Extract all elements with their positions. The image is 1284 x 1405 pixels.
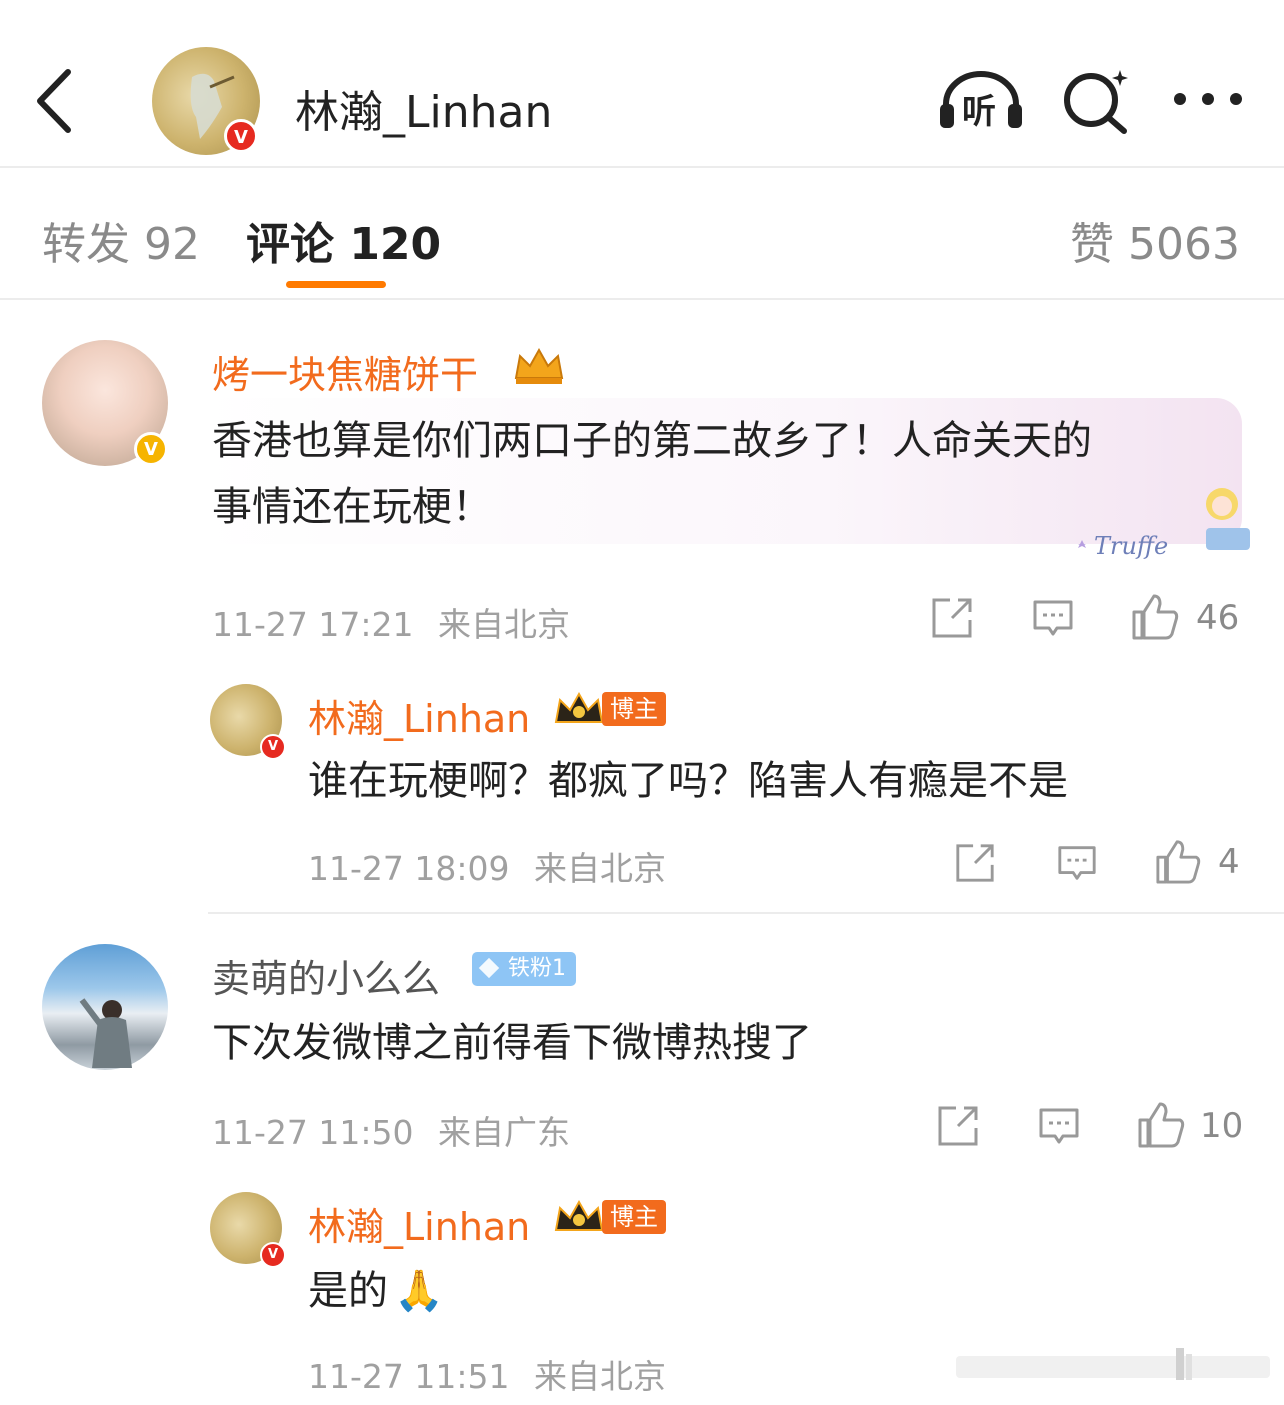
- reply-text-body: 是的: [308, 1268, 388, 1314]
- comment-item: 卖萌的小么么 铁粉1 下次发微博之前得看下微博热搜了 11-27 11:50 来…: [0, 0, 1284, 1405]
- share-icon[interactable]: [936, 1104, 980, 1148]
- reply-location: 来自北京: [533, 1357, 666, 1396]
- commenter-avatar[interactable]: [42, 944, 168, 1070]
- like-thumb-icon[interactable]: [1136, 1100, 1186, 1148]
- like-count: 10: [1200, 1106, 1244, 1146]
- crown-badge-icon: [554, 1199, 604, 1231]
- reply-time: 11-27 11:51: [308, 1357, 510, 1396]
- comment-meta: 11-27 11:50 来自广东: [212, 1106, 570, 1154]
- reply-avatar[interactable]: V: [210, 1192, 286, 1268]
- comment-location: 来自广东: [437, 1113, 570, 1152]
- watermark-graphic: [956, 1348, 1270, 1380]
- reply-icon[interactable]: [1037, 1104, 1081, 1148]
- diamond-icon: [478, 957, 500, 979]
- verified-badge-icon: V: [260, 1242, 286, 1268]
- avatar-person-icon: [79, 998, 132, 1068]
- reply-text: 是的 🙏: [308, 1258, 444, 1324]
- reply-meta: 11-27 11:51 来自北京: [308, 1350, 666, 1398]
- author-badge: 博主: [602, 1200, 666, 1234]
- commenter-username[interactable]: 卖萌的小么么: [212, 948, 440, 1003]
- comment-time: 11-27 11:50: [212, 1113, 414, 1152]
- fan-level-badge: 铁粉1: [472, 952, 576, 986]
- comment-text: 下次发微博之前得看下微博热搜了: [212, 1020, 812, 1066]
- reply-username[interactable]: 林瀚_Linhan: [308, 1196, 530, 1251]
- praying-hands-emoji: 🙏: [394, 1268, 444, 1314]
- fan-badge-label: 铁粉1: [508, 956, 566, 981]
